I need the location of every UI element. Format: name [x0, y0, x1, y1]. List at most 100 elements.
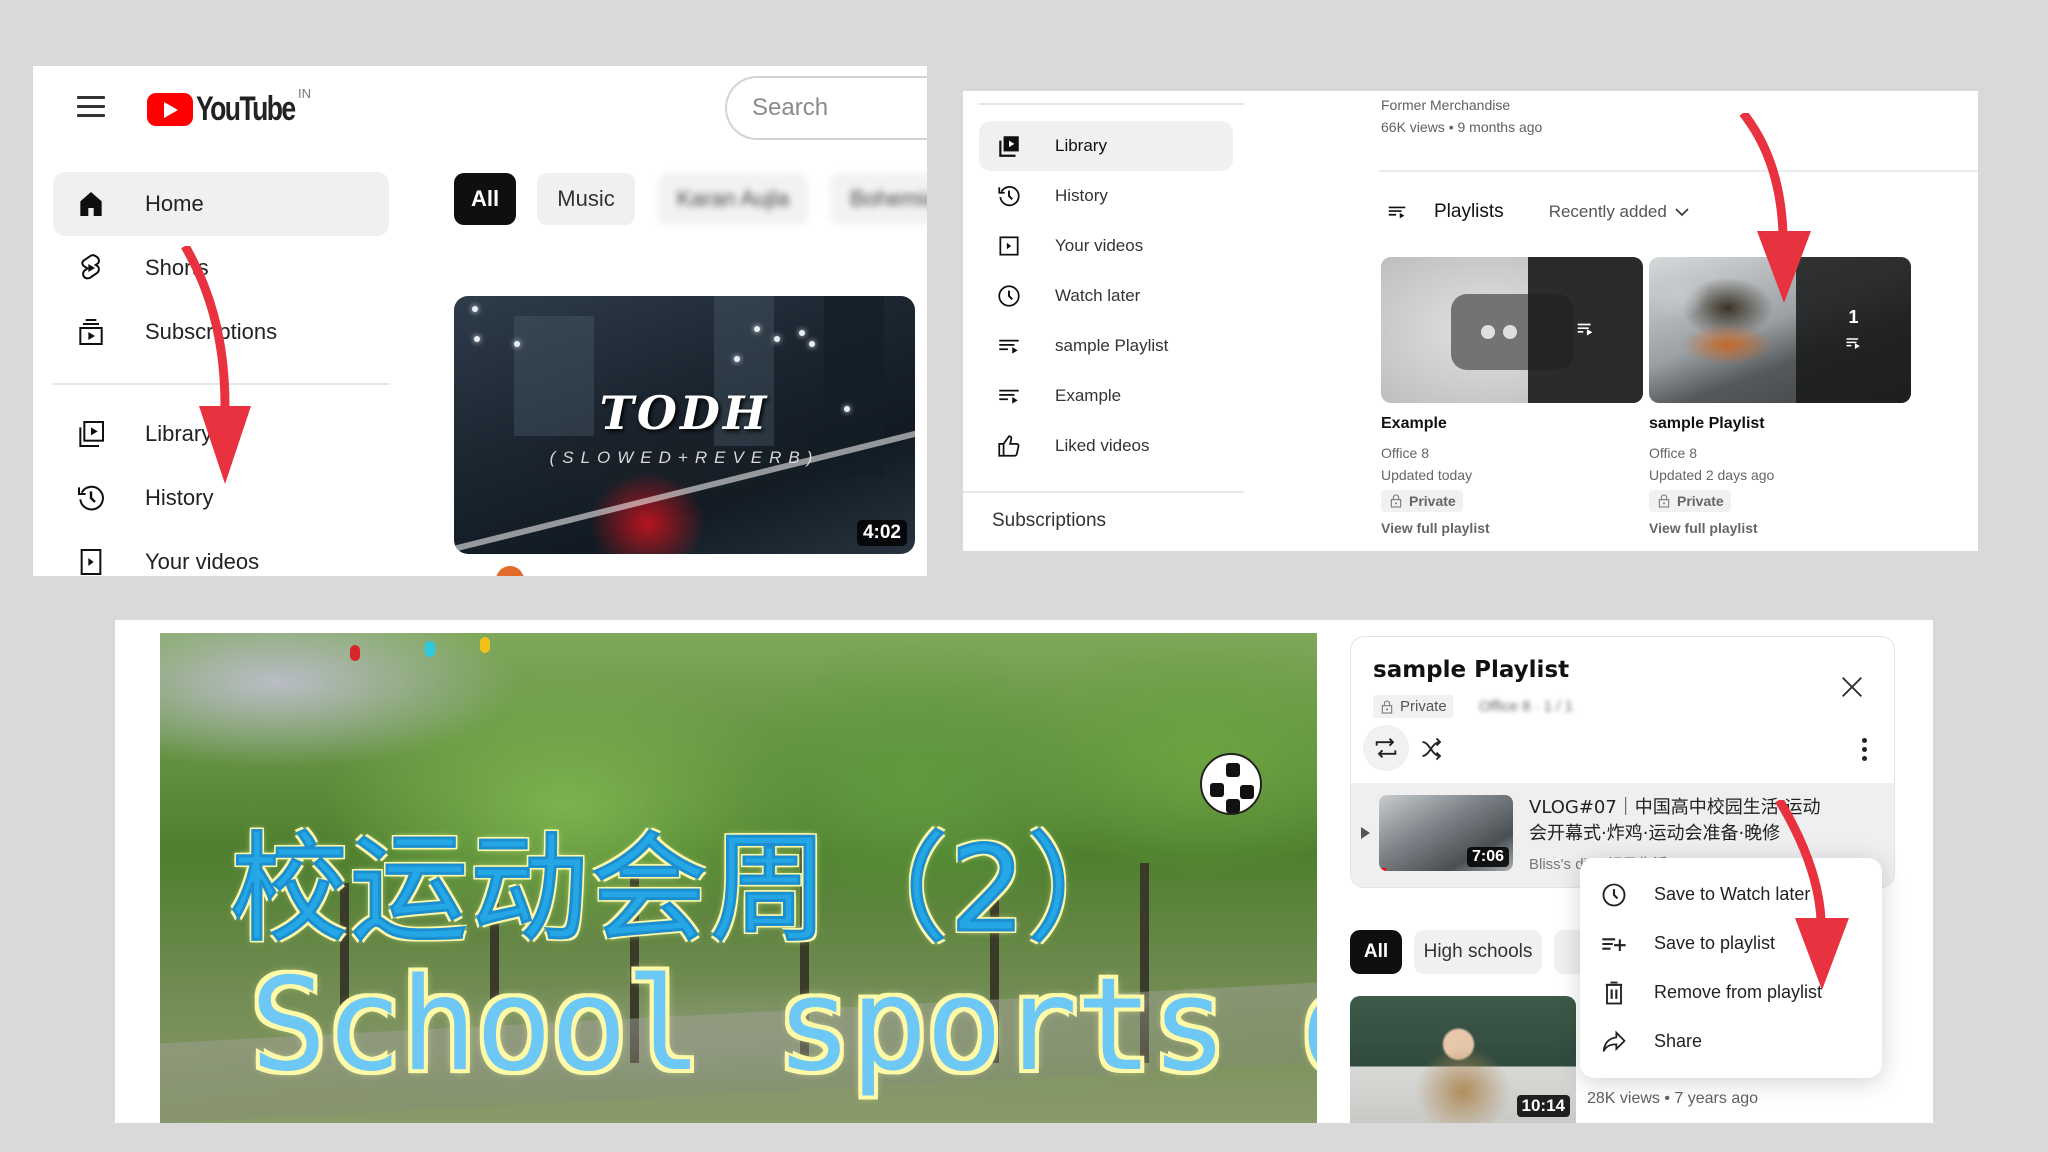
- playlist-thumbnail[interactable]: 1: [1649, 257, 1911, 403]
- playlists-header: Playlists Recently added: [1384, 201, 1691, 223]
- playlist-name[interactable]: Example: [1381, 415, 1643, 433]
- sidebar-item-label: History: [145, 485, 214, 510]
- lock-icon: [1658, 494, 1670, 508]
- sort-dropdown[interactable]: Recently added: [1549, 202, 1691, 222]
- sidebar-item-history[interactable]: History: [979, 171, 1233, 221]
- history-icon: [78, 485, 104, 511]
- shorts-icon: [81, 254, 100, 280]
- sidebar-item-your-videos[interactable]: Your videos: [53, 530, 389, 576]
- sidebar-item-history[interactable]: History: [53, 466, 389, 530]
- sidebar-divider: [979, 103, 1244, 105]
- sidebar-item-label: Home: [145, 191, 204, 216]
- chip-music[interactable]: Music: [537, 173, 635, 225]
- sidebar-item-watch-later[interactable]: Watch later: [979, 271, 1233, 321]
- playlist-overlay: [1528, 257, 1643, 403]
- playlist-name[interactable]: sample Playlist: [1649, 415, 1911, 433]
- chip-all[interactable]: All: [454, 173, 516, 225]
- youtube-home-panel: YouTube IN Home Shorts Subscriptions Lib…: [33, 66, 927, 576]
- previous-video-channel[interactable]: Former Merchandise: [1381, 97, 1510, 113]
- menu-item-save-playlist[interactable]: Save to playlist: [1580, 919, 1882, 968]
- menu-item-remove-from-playlist[interactable]: Remove from playlist: [1580, 968, 1882, 1017]
- shuffle-icon[interactable]: [1419, 735, 1447, 763]
- share-icon: [1602, 1030, 1626, 1052]
- playlist-card-example[interactable]: Example Office 8 Updated today Private V…: [1381, 257, 1643, 536]
- playlist-updated: Updated today: [1381, 467, 1473, 483]
- chip-all[interactable]: All: [1350, 930, 1402, 974]
- now-playing-icon: [1361, 827, 1370, 839]
- sidebar-item-liked-videos[interactable]: Liked videos: [979, 421, 1233, 471]
- sidebar-item-example[interactable]: Example: [979, 371, 1233, 421]
- view-full-playlist-link[interactable]: View full playlist: [1649, 520, 1911, 536]
- your-videos-icon: [999, 236, 1019, 256]
- menu-item-save-watch-later[interactable]: Save to Watch later: [1580, 870, 1882, 919]
- menu-item-label: Save to Watch later: [1654, 884, 1811, 904]
- playlist-card-sample-playlist[interactable]: 1 sample Playlist Office 8 Updated 2 day…: [1649, 257, 1911, 536]
- menu-item-label: Share: [1654, 1031, 1703, 1051]
- thumbnail-subtitle: (SLOWED+REVERB): [549, 448, 820, 467]
- lock-icon: [1390, 494, 1402, 508]
- sidebar-item-label: Watch later: [1055, 286, 1141, 305]
- related-video-meta: 28K views • 7 years ago: [1587, 1090, 1759, 1107]
- playlist-owner-count: Office 8 · 1 / 1: [1479, 698, 1573, 715]
- thumbs-up-icon: [998, 435, 1020, 457]
- sidebar-item-shorts[interactable]: Shorts: [53, 236, 389, 300]
- sidebar-item-label: Your videos: [145, 549, 260, 574]
- chip-high-schools[interactable]: High schools: [1414, 930, 1542, 974]
- trash-icon: [1605, 981, 1623, 1004]
- privacy-badge: Private: [1649, 490, 1731, 512]
- sidebar-item-subscriptions[interactable]: Subscriptions: [53, 300, 389, 364]
- section-divider: [1379, 170, 1978, 172]
- view-full-playlist-link[interactable]: View full playlist: [1381, 520, 1643, 536]
- playlist-play-icon: [1846, 337, 1860, 349]
- sidebar-item-label: Liked videos: [1055, 436, 1150, 455]
- sidebar-item-label: Library: [145, 421, 213, 446]
- privacy-label: Private: [1409, 493, 1456, 509]
- playlist-overlay: 1: [1796, 257, 1911, 403]
- sidebar-item-library[interactable]: Library: [53, 402, 389, 466]
- playlist-icon: [999, 339, 1019, 354]
- chip-bohemia[interactable]: Bohemia: [830, 173, 927, 225]
- channel-avatar[interactable]: [496, 566, 524, 576]
- sidebar-item-your-videos[interactable]: Your videos: [979, 221, 1233, 271]
- playlist-panel: sample Playlist Private Office 8 · 1 / 1…: [1350, 636, 1895, 888]
- playlist-title[interactable]: sample Playlist: [1373, 657, 1569, 683]
- playlist-thumbnail[interactable]: [1381, 257, 1643, 403]
- playlist-item-title[interactable]: VLOG#07｜中国高中校园生活·运动会开幕式·炸鸡·运动会准备·晚修: [1529, 795, 1829, 847]
- sidebar-item-library[interactable]: Library: [979, 121, 1233, 171]
- sidebar-item-label: History: [1055, 186, 1108, 205]
- sidebar-item-label: Your videos: [1055, 236, 1144, 255]
- playlist-play-icon: [1577, 323, 1592, 336]
- history-icon: [998, 186, 1020, 207]
- youtube-logo[interactable]: YouTube: [147, 90, 322, 129]
- sidebar-item-label: Subscriptions: [145, 319, 278, 344]
- sidebar-item-home[interactable]: Home: [53, 172, 389, 236]
- video-duration: 4:02: [856, 520, 907, 546]
- sidebar-item-sample-playlist[interactable]: sample Playlist: [979, 321, 1233, 371]
- related-video-thumbnail[interactable]: 10:14: [1350, 996, 1576, 1123]
- playlist-updated: Updated 2 days ago: [1649, 467, 1775, 483]
- menu-item-share[interactable]: Share: [1580, 1017, 1882, 1066]
- search-input[interactable]: [752, 94, 927, 122]
- sidebar-item-label: Shorts: [145, 255, 209, 280]
- previous-video-meta: 66K views • 9 months ago: [1381, 119, 1543, 135]
- video-thumbnail[interactable]: TODH (SLOWED+REVERB) 4:02: [454, 296, 915, 554]
- library-icon: [999, 136, 1019, 157]
- close-icon[interactable]: [1838, 673, 1866, 701]
- loop-button[interactable]: [1363, 725, 1409, 771]
- playlist-item-thumbnail[interactable]: 7:06: [1379, 795, 1513, 871]
- sidebar-item-label: Library: [1055, 136, 1107, 155]
- menu-item-label: Remove from playlist: [1654, 982, 1823, 1002]
- sidebar-divider: [53, 383, 389, 385]
- video-duration: 10:14: [1516, 1095, 1570, 1117]
- menu-button[interactable]: [75, 92, 107, 120]
- more-options-button[interactable]: [1860, 735, 1868, 763]
- search-box[interactable]: [725, 76, 927, 140]
- playlist-owner: Office 8: [1381, 445, 1429, 461]
- youtube-library-panel: Library History Your videos Watch later …: [963, 91, 1978, 551]
- video-player[interactable]: 校运动会周（2） School sports day: [160, 633, 1317, 1123]
- sort-label: Recently added: [1548, 202, 1667, 221]
- lock-icon: [1381, 700, 1393, 714]
- menu-item-label: Save to playlist: [1654, 933, 1776, 953]
- chevron-down-icon: [1675, 208, 1689, 217]
- chip-karan-aujla[interactable]: Karan Aujla: [658, 173, 808, 225]
